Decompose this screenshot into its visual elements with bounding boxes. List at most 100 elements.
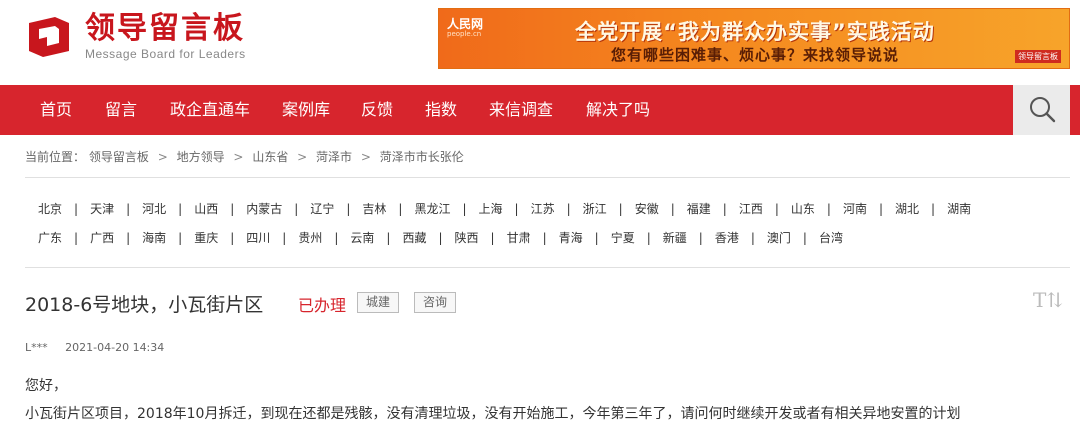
province-separator: | [931,202,936,216]
province-separator: | [646,231,651,245]
breadcrumb-item-local-leaders[interactable]: 地方领导 [177,150,225,164]
province-link[interactable]: 辽宁 [310,200,334,217]
main-nav: 首页 留言 政企直通车 案例库 反馈 指数 来信调查 解决了吗 [0,85,1080,135]
province-link[interactable]: 甘肃 [507,229,531,246]
status-badge: 已办理 [298,296,347,315]
province-separator: | [594,231,599,245]
province-link[interactable]: 山东 [791,200,815,217]
banner-headline: 全党开展“我为群众办实事”实践活动 [575,20,935,44]
provinces-divider [25,267,1070,268]
province-link[interactable]: 河北 [142,200,166,217]
province-link[interactable]: 上海 [479,200,503,217]
site-header: 领导留言板 Message Board for Leaders 人民网 peop… [0,0,1080,85]
nav-item-cases[interactable]: 案例库 [282,85,330,135]
province-separator: | [670,202,675,216]
province-separator: | [438,231,443,245]
province-link[interactable]: 吉林 [362,200,386,217]
province-separator: | [490,231,495,245]
province-link[interactable]: 香港 [715,229,739,246]
province-link[interactable]: 宁夏 [611,229,635,246]
province-link[interactable]: 广东 [38,229,62,246]
banner-tag: 领导留言板 [1015,50,1061,63]
breadcrumb-item-city[interactable]: 菏泽市 [316,150,352,164]
province-separator: | [386,231,391,245]
nav-item-messages[interactable]: 留言 [105,85,137,135]
province-link[interactable]: 浙江 [583,200,607,217]
province-link[interactable]: 广西 [90,229,114,246]
breadcrumb-separator: > [297,150,308,164]
province-separator: | [878,202,883,216]
breadcrumb-item-board[interactable]: 领导留言板 [89,150,149,164]
province-link[interactable]: 海南 [142,229,166,246]
province-separator: | [334,231,339,245]
nav-item-survey[interactable]: 来信调查 [489,85,553,135]
province-separator: | [126,231,131,245]
message-greeting: 您好， [25,378,67,394]
logo-subtitle: Message Board for Leaders [85,47,246,61]
logo-title: 领导留言板 [85,11,245,46]
nav-item-resolved[interactable]: 解决了吗 [586,85,650,135]
province-separator: | [126,202,131,216]
province-separator: | [750,231,755,245]
province-link[interactable]: 陕西 [455,229,479,246]
search-icon [1030,97,1056,123]
province-link[interactable]: 重庆 [194,229,218,246]
province-link[interactable]: 江苏 [531,200,555,217]
province-link[interactable]: 福建 [687,200,711,217]
breadcrumb-item-province[interactable]: 山东省 [252,150,288,164]
nav-item-index[interactable]: 指数 [425,85,457,135]
province-separator: | [462,202,467,216]
province-separator: | [774,202,779,216]
breadcrumb-separator: > [360,150,371,164]
province-link[interactable]: 云南 [350,229,374,246]
campaign-banner[interactable]: 人民网 people.cn 全党开展“我为群众办实事”实践活动 您有哪些困难事、… [438,8,1070,69]
province-link[interactable]: 江西 [739,200,763,217]
province-separator: | [282,231,287,245]
message-author: L*** [25,341,48,354]
nav-item-enterprise[interactable]: 政企直通车 [170,85,250,135]
province-link[interactable]: 内蒙古 [246,200,282,217]
province-link[interactable]: 北京 [38,200,62,217]
province-link[interactable]: 安徽 [635,200,659,217]
province-link[interactable]: 澳门 [767,229,791,246]
nav-item-feedback[interactable]: 反馈 [361,85,393,135]
font-size-toggle-icon[interactable]: T⇅ [1033,288,1063,312]
banner-subline: 您有哪些困难事、烦心事？来找领导说说 [610,46,899,64]
province-link[interactable]: 天津 [90,200,114,217]
province-link[interactable]: 青海 [559,229,583,246]
breadcrumb-item-leader[interactable]: 菏泽市市长张伦 [380,150,464,164]
logo-text: 领导留言板 Message Board for Leaders [85,12,246,62]
breadcrumb-divider [25,177,1070,178]
province-link[interactable]: 湖南 [947,200,971,217]
province-separator: | [178,202,183,216]
province-link[interactable]: 湖北 [895,200,919,217]
province-separator: | [74,202,79,216]
nav-item-home[interactable]: 首页 [40,85,72,135]
province-separator: | [514,202,519,216]
province-link[interactable]: 黑龙江 [414,200,450,217]
province-link[interactable]: 河南 [843,200,867,217]
province-separator: | [802,231,807,245]
site-logo[interactable]: 领导留言板 Message Board for Leaders [25,12,246,62]
province-separator: | [230,202,235,216]
province-separator: | [346,202,351,216]
search-button[interactable] [1013,85,1070,135]
tag-type[interactable]: 咨询 [414,292,457,313]
province-link[interactable]: 台湾 [819,229,843,246]
breadcrumb-separator: > [157,150,168,164]
province-link[interactable]: 新疆 [663,229,687,246]
province-list-row-2: 广东 | 广西 | 海南 | 重庆 | 四川 | 贵州 | 云南 | 西藏 | 陕西 | 甘肃 | 青海 | 宁夏 | 新疆 | 香… [38,229,1073,246]
tag-category[interactable]: 城建 [357,292,400,313]
breadcrumb-separator: > [233,150,244,164]
message-body: 小瓦街片区项目，2018年10月拆迁，到现在还都是残骸，没有清理垃圾，没有开始施… [25,406,961,422]
province-link[interactable]: 贵州 [298,229,322,246]
message-date: 2021-04-20 14:34 [65,341,165,354]
province-separator: | [566,202,571,216]
province-link[interactable]: 山西 [194,200,218,217]
province-separator: | [826,202,831,216]
province-link[interactable]: 四川 [246,229,270,246]
province-separator: | [74,231,79,245]
province-link[interactable]: 西藏 [402,229,426,246]
province-separator: | [294,202,299,216]
province-list-row-1: 北京 | 天津 | 河北 | 山西 | 内蒙古 | 辽宁 | 吉林 | 黑龙江 | 上海 | 江苏 | 浙江 | 安徽 | 福建… [38,200,1073,217]
